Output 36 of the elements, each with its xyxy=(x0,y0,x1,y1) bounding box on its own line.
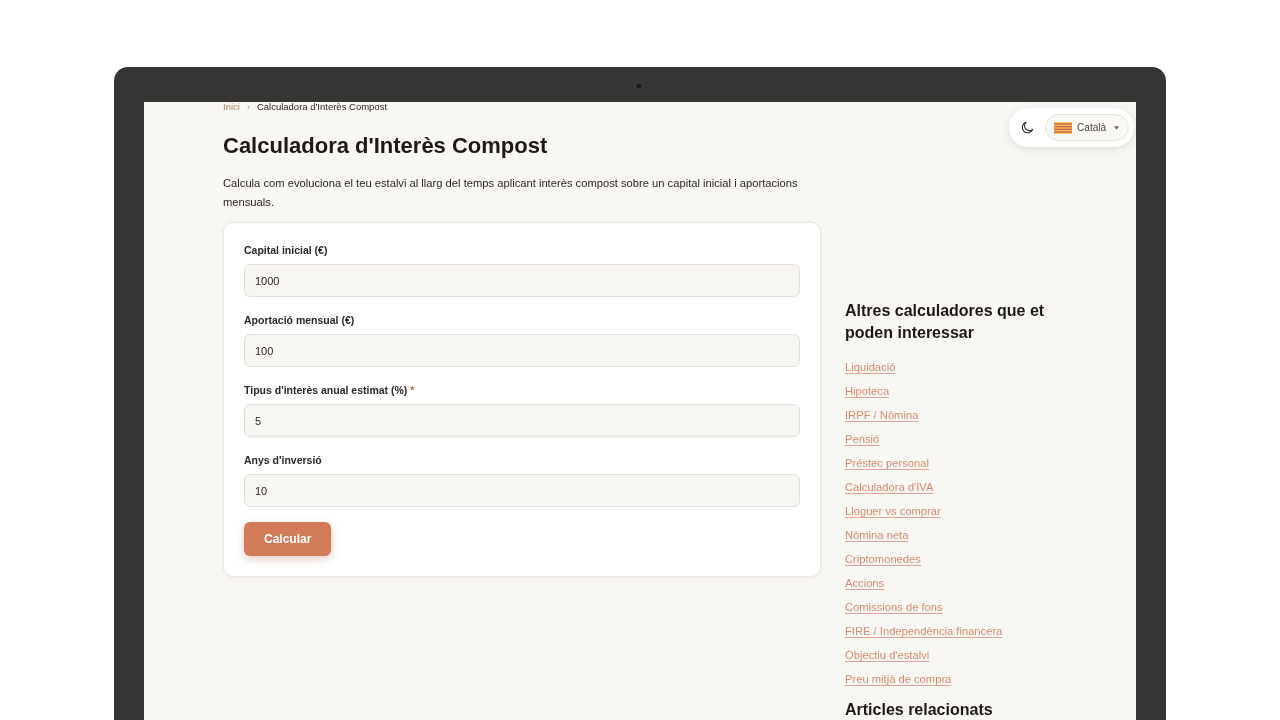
calculator-link[interactable]: Accions xyxy=(845,571,885,595)
camera-icon xyxy=(635,82,643,90)
page-title: Calculadora d'Interès Compost xyxy=(223,132,549,160)
calculator-link[interactable]: Nòmina neta xyxy=(845,523,909,547)
breadcrumb-separator: › xyxy=(246,102,250,112)
input-field[interactable]: 5 xyxy=(244,404,800,437)
input-field[interactable]: 1000 xyxy=(244,264,800,297)
calculator-link[interactable]: Liquidació xyxy=(845,355,896,379)
field-label: Tipus d'interès anual estimat (%) xyxy=(244,383,408,397)
field-label: Capital inicial (€) xyxy=(244,243,328,257)
calculator-link[interactable]: Preu mitjà de compra xyxy=(845,667,952,691)
field-label: Anys d'inversió xyxy=(244,453,322,467)
calculator-link[interactable]: IRPF / Nòmina xyxy=(845,403,919,427)
calculator-link[interactable]: FIRE / Independència financera xyxy=(845,619,1003,643)
breadcrumb-current: Calculadora d'Interès Compost xyxy=(256,102,388,112)
required-mark: * xyxy=(410,383,415,397)
section-heading: Articles relacionats xyxy=(845,700,994,719)
calculate-button[interactable]: Calcular xyxy=(244,522,332,556)
calculator-link[interactable]: Hipoteca xyxy=(845,379,890,403)
moon-icon[interactable] xyxy=(1021,121,1035,134)
caret-icon xyxy=(1114,125,1119,130)
sidebar-heading: Altres calculadores que et poden interessar xyxy=(845,301,1046,343)
input-field[interactable]: 100 xyxy=(244,334,800,367)
calculator-link[interactable]: Lloguer vs comprar xyxy=(845,499,941,523)
breadcrumb-link[interactable]: Inici xyxy=(223,102,240,112)
calculator-link[interactable]: Criptomonedes xyxy=(845,547,921,571)
input-field[interactable]: 10 xyxy=(244,474,800,507)
field-label: Aportació mensual (€) xyxy=(244,313,355,327)
calculator-link[interactable]: Calculadora d'IVA xyxy=(845,475,934,499)
striped-flag-icon xyxy=(1054,121,1073,134)
page-description: Calcula com evoluciona el teu estalvi al llarg del temps aplicant interès compost sobre un capital inicial i aportacions mensuals. xyxy=(223,176,799,210)
language-selector[interactable]: Català xyxy=(1045,114,1129,141)
calculator-link[interactable]: Objectiu d'estalvi xyxy=(845,643,930,667)
calculator-link[interactable]: Comissions de fons xyxy=(845,595,943,619)
calculator-link[interactable]: Préstec personal xyxy=(845,451,929,475)
calculator-link[interactable]: Pensió xyxy=(845,427,880,451)
